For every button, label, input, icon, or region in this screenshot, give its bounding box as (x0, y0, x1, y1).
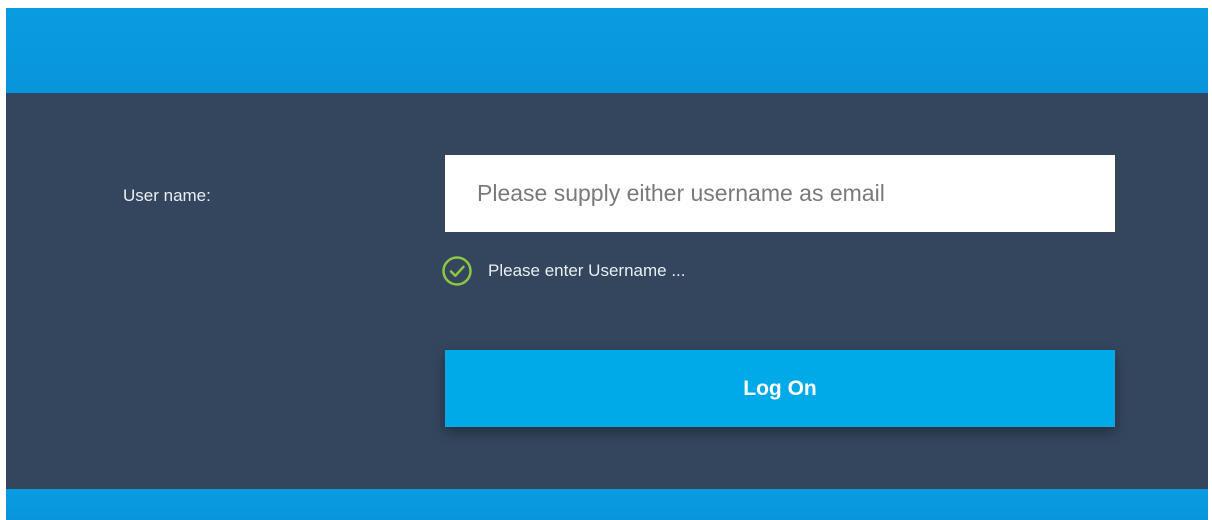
username-input[interactable] (445, 155, 1115, 232)
check-circle-icon (442, 256, 472, 286)
login-form: User name: Please enter Username ... Log… (6, 93, 1208, 489)
footer-band (6, 489, 1208, 520)
login-window: User name: Please enter Username ... Log… (6, 8, 1208, 520)
header-band (6, 8, 1208, 93)
log-on-button[interactable]: Log On (445, 350, 1115, 427)
username-validation: Please enter Username ... (441, 255, 685, 287)
validation-message: Please enter Username ... (488, 261, 686, 280)
username-label: User name: (123, 186, 211, 205)
